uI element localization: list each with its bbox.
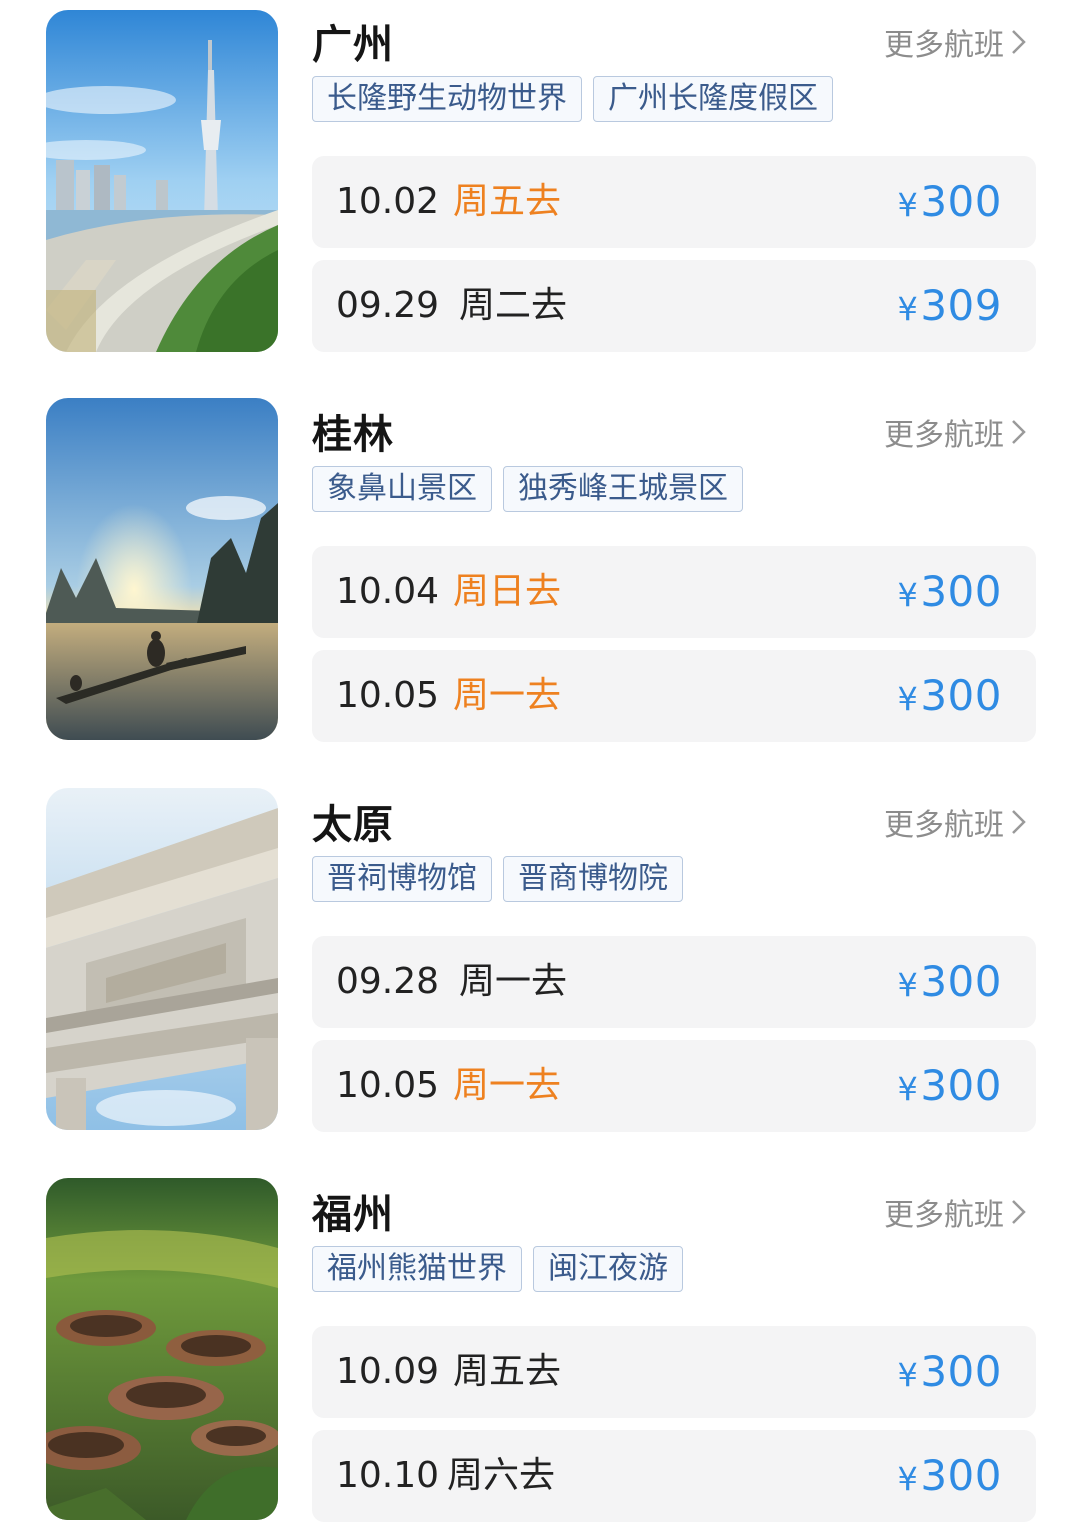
- currency-symbol: ¥: [897, 290, 919, 328]
- flight-price: ¥300: [897, 650, 1002, 742]
- attraction-tag[interactable]: 晋祠博物馆: [312, 856, 492, 902]
- chevron-right-icon: [1012, 420, 1026, 444]
- flight-price: ¥300: [897, 1040, 1002, 1132]
- flight-date: 10.10: [336, 1455, 440, 1496]
- destination-card[interactable]: 太原 更多航班 晋祠博物馆 晋商博物院 09.28 周一去 ¥300 10.05…: [0, 780, 1080, 1132]
- destination-card[interactable]: 桂林 更多航班 象鼻山景区 独秀峰王城景区 10.04 周日去 ¥300 10.…: [0, 390, 1080, 742]
- more-flights-link[interactable]: 更多航班: [884, 20, 1028, 64]
- currency-symbol: ¥: [897, 186, 919, 224]
- currency-symbol: ¥: [897, 1070, 919, 1108]
- canton-tower-photo[interactable]: [46, 10, 278, 352]
- attraction-tag[interactable]: 象鼻山景区: [312, 466, 492, 512]
- flight-option-row[interactable]: 10.02 周五去 ¥300: [312, 156, 1036, 248]
- price-value: 300: [920, 567, 1002, 616]
- flight-option-row[interactable]: 10.05 周一去 ¥300: [312, 1040, 1036, 1132]
- price-value: 300: [920, 957, 1002, 1006]
- flight-option-row[interactable]: 10.05 周一去 ¥300: [312, 650, 1036, 742]
- more-flights-label: 更多航班: [884, 28, 1004, 63]
- city-name: 太原: [312, 802, 394, 848]
- attraction-tag[interactable]: 独秀峰王城景区: [503, 466, 743, 512]
- flight-option-row[interactable]: 10.04 周日去 ¥300: [312, 546, 1036, 638]
- chevron-right-icon: [1012, 810, 1026, 834]
- city-name: 福州: [312, 1192, 394, 1238]
- more-flights-label: 更多航班: [884, 1198, 1004, 1233]
- currency-symbol: ¥: [897, 576, 919, 614]
- price-value: 300: [920, 1347, 1002, 1396]
- flight-price: ¥300: [897, 156, 1002, 248]
- flight-price: ¥300: [897, 1430, 1002, 1522]
- tulou-village-photo[interactable]: [46, 1178, 278, 1520]
- flight-date: 10.02: [336, 181, 440, 222]
- more-flights-link[interactable]: 更多航班: [884, 1190, 1028, 1234]
- attraction-tag[interactable]: 广州长隆度假区: [593, 76, 833, 122]
- flight-date: 10.05: [336, 1065, 440, 1106]
- destination-card[interactable]: 广州 更多航班 长隆野生动物世界 广州长隆度假区 10.02 周五去 ¥300 …: [0, 0, 1080, 352]
- currency-symbol: ¥: [897, 1356, 919, 1394]
- attraction-tag[interactable]: 闽江夜游: [533, 1246, 683, 1292]
- more-flights-label: 更多航班: [884, 418, 1004, 453]
- flight-weekday: 周五去: [453, 181, 562, 222]
- currency-symbol: ¥: [897, 680, 919, 718]
- chevron-right-icon: [1012, 1200, 1026, 1224]
- flight-weekday: 周一去: [453, 1065, 562, 1106]
- flight-weekday: 周二去: [459, 285, 568, 326]
- more-flights-link[interactable]: 更多航班: [884, 410, 1028, 454]
- flight-price: ¥300: [897, 936, 1002, 1028]
- flight-option-row[interactable]: 10.09 周五去 ¥300: [312, 1326, 1036, 1418]
- flight-weekday: 周六去: [447, 1455, 556, 1496]
- flight-price: ¥300: [897, 546, 1002, 638]
- flight-price: ¥300: [897, 1326, 1002, 1418]
- city-name: 桂林: [312, 412, 394, 458]
- attraction-tags: 福州熊猫世界 闽江夜游: [312, 1246, 683, 1292]
- price-value: 309: [920, 281, 1002, 330]
- price-value: 300: [920, 671, 1002, 720]
- price-value: 300: [920, 1061, 1002, 1110]
- attraction-tag[interactable]: 福州熊猫世界: [312, 1246, 522, 1292]
- city-name: 广州: [312, 22, 394, 68]
- attraction-tag[interactable]: 长隆野生动物世界: [312, 76, 582, 122]
- stone-archway-photo[interactable]: [46, 788, 278, 1130]
- currency-symbol: ¥: [897, 1460, 919, 1498]
- flight-date: 10.09: [336, 1351, 440, 1392]
- attraction-tags: 晋祠博物馆 晋商博物院: [312, 856, 683, 902]
- flight-option-row[interactable]: 09.28 周一去 ¥300: [312, 936, 1036, 1028]
- flight-weekday: 周一去: [459, 961, 568, 1002]
- flight-price: ¥309: [897, 260, 1002, 352]
- flight-date: 10.04: [336, 571, 440, 612]
- chevron-right-icon: [1012, 30, 1026, 54]
- flight-weekday: 周日去: [453, 571, 562, 612]
- attraction-tags: 长隆野生动物世界 广州长隆度假区: [312, 76, 833, 122]
- more-flights-label: 更多航班: [884, 808, 1004, 843]
- flight-date: 10.05: [336, 675, 440, 716]
- flight-weekday: 周五去: [453, 1351, 562, 1392]
- currency-symbol: ¥: [897, 966, 919, 1004]
- flight-option-row[interactable]: 09.29 周二去 ¥309: [312, 260, 1036, 352]
- flight-weekday: 周一去: [453, 675, 562, 716]
- price-value: 300: [920, 1451, 1002, 1500]
- price-value: 300: [920, 177, 1002, 226]
- flight-option-row[interactable]: 10.10 周六去 ¥300: [312, 1430, 1036, 1522]
- attraction-tags: 象鼻山景区 独秀峰王城景区: [312, 466, 743, 512]
- flight-date: 09.29: [336, 285, 440, 326]
- destination-card[interactable]: 福州 更多航班 福州熊猫世界 闽江夜游 10.09 周五去 ¥300 10.10…: [0, 1170, 1080, 1522]
- flight-date: 09.28: [336, 961, 440, 1002]
- more-flights-link[interactable]: 更多航班: [884, 800, 1028, 844]
- attraction-tag[interactable]: 晋商博物院: [503, 856, 683, 902]
- li-river-photo[interactable]: [46, 398, 278, 740]
